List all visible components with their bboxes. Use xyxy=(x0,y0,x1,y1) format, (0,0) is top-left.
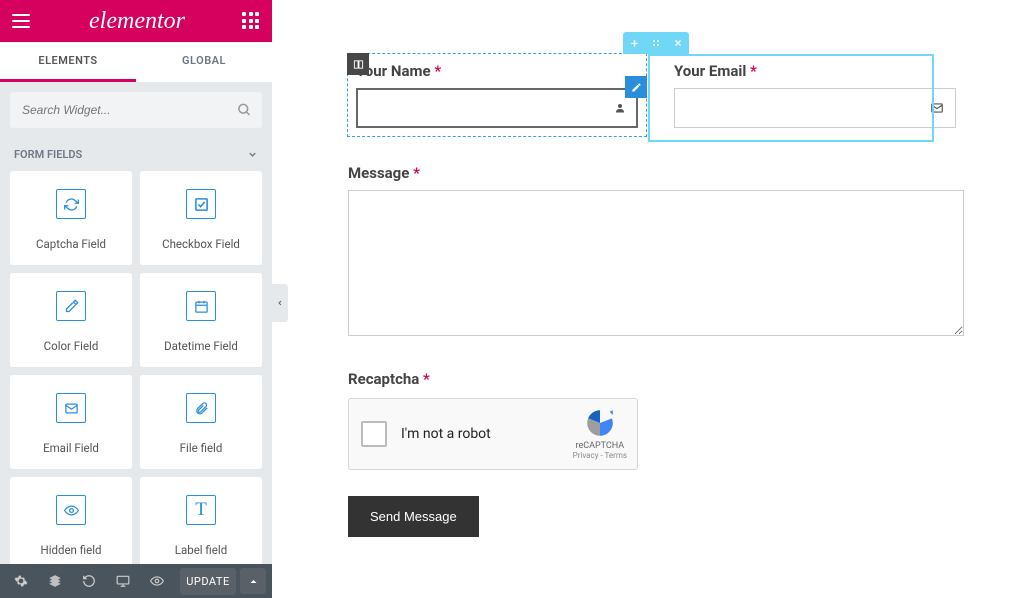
search-wrap xyxy=(0,82,272,138)
paperclip-icon xyxy=(186,393,216,423)
responsive-icon[interactable] xyxy=(108,566,138,596)
recaptcha-logo-icon xyxy=(583,407,617,439)
email-input[interactable] xyxy=(674,88,956,128)
recaptcha-badge: reCAPTCHA Privacy - Terms xyxy=(573,407,627,460)
panel-tabs: ELEMENTS GLOBAL xyxy=(0,42,272,82)
drag-section-icon[interactable] xyxy=(645,32,667,54)
widget-captcha-field[interactable]: Captcha Field xyxy=(10,171,132,265)
text-icon: T xyxy=(186,495,216,525)
sidebar-footer: UPDATE xyxy=(0,564,272,598)
canvas: Your Name * Your Email * Message * Recap… xyxy=(288,0,1024,598)
section-controls xyxy=(623,32,689,54)
section-form-fields[interactable]: FORM FIELDS xyxy=(0,138,272,171)
widget-label-field[interactable]: T Label field xyxy=(140,477,262,564)
logo: elementor xyxy=(89,8,185,35)
name-input[interactable] xyxy=(356,88,638,128)
recaptcha-checkbox[interactable] xyxy=(361,421,387,447)
email-field-column[interactable]: Your Email * xyxy=(666,54,964,136)
checkbox-icon xyxy=(186,189,216,219)
apps-icon[interactable] xyxy=(242,12,260,30)
tab-global[interactable]: GLOBAL xyxy=(136,42,272,82)
menu-icon[interactable] xyxy=(12,11,32,31)
search-icon[interactable] xyxy=(237,103,252,118)
message-textarea[interactable] xyxy=(348,190,964,336)
recaptcha-terms-link[interactable]: Privacy - Terms xyxy=(573,451,627,460)
sidebar-header: elementor xyxy=(0,0,272,42)
message-label: Message * xyxy=(348,164,964,182)
navigator-icon[interactable] xyxy=(40,566,70,596)
widget-hidden-field[interactable]: Hidden field xyxy=(10,477,132,564)
envelope-icon xyxy=(56,393,86,423)
sidebar-panel: elementor ELEMENTS GLOBAL FORM FIELDS Ca… xyxy=(0,0,272,598)
history-icon[interactable] xyxy=(74,566,104,596)
recaptcha-block: Recaptcha * I'm not a robot reCAPTCHA Pr… xyxy=(348,370,964,470)
refresh-icon xyxy=(56,189,86,219)
widget-email-field[interactable]: Email Field xyxy=(10,375,132,469)
column-handle-icon[interactable] xyxy=(347,53,369,75)
name-label: Your Name * xyxy=(356,62,638,80)
submit-button[interactable]: Send Message xyxy=(348,496,479,537)
settings-icon[interactable] xyxy=(6,566,36,596)
widgets-grid: Captcha Field Checkbox Field Color Field… xyxy=(0,171,272,564)
edit-widget-icon[interactable] xyxy=(625,76,647,98)
message-field-block: Message * xyxy=(348,164,964,340)
update-button[interactable]: UPDATE xyxy=(180,568,236,595)
widget-checkbox-field[interactable]: Checkbox Field xyxy=(140,171,262,265)
email-label: Your Email * xyxy=(674,62,956,80)
widget-datetime-field[interactable]: Datetime Field xyxy=(140,273,262,367)
add-section-icon[interactable] xyxy=(623,32,645,54)
user-icon xyxy=(614,102,626,114)
calendar-icon xyxy=(186,291,216,321)
eye-icon xyxy=(56,495,86,525)
eyedropper-icon xyxy=(56,291,86,321)
section-title: FORM FIELDS xyxy=(14,148,82,161)
chevron-down-icon xyxy=(247,149,258,160)
envelope-icon xyxy=(930,101,944,115)
preview-icon[interactable] xyxy=(142,566,172,596)
widget-file-field[interactable]: File field xyxy=(140,375,262,469)
recaptcha-text: I'm not a robot xyxy=(401,426,491,442)
form-row: Your Name * Your Email * xyxy=(348,54,964,136)
update-options-button[interactable] xyxy=(240,568,266,594)
recaptcha-label: Recaptcha * xyxy=(348,370,964,388)
collapse-sidebar-button[interactable] xyxy=(272,284,288,322)
widget-color-field[interactable]: Color Field xyxy=(10,273,132,367)
search-input[interactable] xyxy=(10,92,262,128)
recaptcha-widget: I'm not a robot reCAPTCHA Privacy - Term… xyxy=(348,398,638,470)
tab-elements[interactable]: ELEMENTS xyxy=(0,42,136,82)
name-field-column[interactable]: Your Name * xyxy=(348,54,646,136)
close-section-icon[interactable] xyxy=(667,32,689,54)
